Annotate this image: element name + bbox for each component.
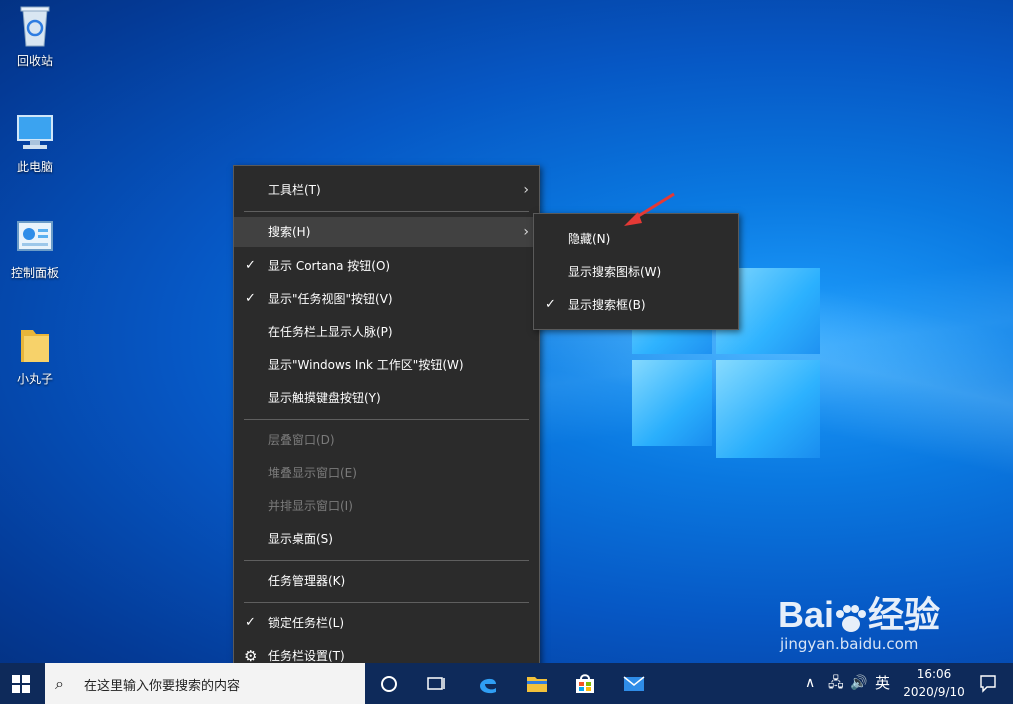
menu-item-label: 搜索(H) [268,225,311,239]
menu-item-cascade-windows: 层叠窗口(D) [234,425,539,455]
recycle-bin-icon [15,4,55,48]
menu-item-label: 显示搜索框(B) [568,298,646,312]
network-icon[interactable]: 🖧 [828,663,844,704]
desktop-icon-label: 控制面板 [10,266,59,280]
search-submenu: 隐藏(N) 显示搜索图标(W) ✓ 显示搜索框(B) [533,213,739,330]
check-icon: ✓ [245,291,256,306]
desktop-icon-label: 此电脑 [16,160,53,174]
menu-item-label: 显示触摸键盘按钮(Y) [268,391,381,405]
notification-center-icon[interactable] [978,673,998,696]
menu-item-label: 锁定任务栏(L) [268,616,345,630]
menu-item-label: 层叠窗口(D) [268,433,335,447]
menu-separator [244,419,529,420]
menu-item-side-by-side: 并排显示窗口(I) [234,491,539,521]
taskbar-clock[interactable]: 16:06 2020/9/10 [895,665,973,701]
menu-item-label: 显示"任务视图"按钮(V) [268,292,393,306]
menu-item-label: 在任务栏上显示人脉(P) [268,325,393,339]
menu-item-label: 并排显示窗口(I) [268,499,353,513]
volume-icon[interactable]: 🔊 [850,663,867,704]
check-icon: ✓ [245,258,256,273]
menu-separator [244,211,529,212]
menu-item-label: 显示桌面(S) [268,532,333,546]
paw-icon [834,602,868,633]
control-panel-icon [15,216,55,260]
chevron-right-icon: › [523,182,529,198]
edge-icon[interactable] [476,672,500,696]
menu-item-show-task-view[interactable]: ✓ 显示"任务视图"按钮(V) [234,284,539,314]
search-icon: ⌕ [55,674,64,693]
desktop-icon-label: 回收站 [16,54,53,68]
menu-item-label: 任务管理器(K) [268,574,346,588]
file-explorer-icon[interactable] [525,672,549,696]
menu-item-label: 任务栏设置(T) [268,649,345,663]
baidu-jingyan-watermark: Bai 经验 jingyan.baidu.com [778,594,941,654]
menu-item-show-people[interactable]: 在任务栏上显示人脉(P) [234,317,539,347]
check-icon: ✓ [245,615,256,630]
chevron-right-icon: › [523,224,529,240]
watermark-logo-text: 经验 [868,594,941,635]
menu-item-search[interactable]: 搜索(H) › [234,217,539,247]
desktop-icon-this-pc[interactable]: 此电脑 [0,110,70,175]
menu-item-task-manager[interactable]: 任务管理器(K) [234,566,539,596]
menu-item-label: 显示搜索图标(W) [568,265,662,279]
check-icon: ✓ [545,297,556,312]
start-button[interactable] [0,663,44,704]
menu-item-label: 显示 Cortana 按钮(O) [268,259,391,273]
mail-icon[interactable] [622,672,646,696]
store-icon[interactable] [573,672,597,696]
show-hidden-icons-chevron-icon[interactable]: ∧ [805,663,815,704]
clock-date: 2020/9/10 [903,685,965,699]
menu-item-show-cortana[interactable]: ✓ 显示 Cortana 按钮(O) [234,251,539,281]
menu-item-stack-windows: 堆叠显示窗口(E) [234,458,539,488]
watermark-logo-text: Bai [778,594,835,635]
taskbar-context-menu: 工具栏(T) › 搜索(H) › ✓ 显示 Cortana 按钮(O) ✓ 显示… [233,165,540,682]
desktop-icon-control-panel[interactable]: 控制面板 [0,216,70,281]
search-placeholder: 在这里输入你要搜索的内容 [84,679,241,694]
menu-item-label: 工具栏(T) [268,183,321,197]
desktop-icon-folder[interactable]: 小丸子 [0,322,70,387]
input-method-indicator[interactable]: 英 [875,663,890,704]
menu-item-show-touch-keyboard[interactable]: 显示触摸键盘按钮(Y) [234,383,539,413]
menu-item-label: 堆叠显示窗口(E) [268,466,357,480]
computer-icon [15,110,55,154]
menu-separator [244,560,529,561]
cortana-icon[interactable] [377,672,401,696]
menu-item-label: 显示"Windows Ink 工作区"按钮(W) [268,358,464,372]
menu-item-toolbars[interactable]: 工具栏(T) › [234,175,539,205]
taskbar-search-box[interactable]: ⌕ 在这里输入你要搜索的内容 [45,663,365,704]
desktop-icon-label: 小丸子 [16,372,53,386]
submenu-item-show-search-box[interactable]: ✓ 显示搜索框(B) [534,290,738,320]
submenu-item-show-search-icon[interactable]: 显示搜索图标(W) [534,257,738,287]
menu-item-label: 隐藏(N) [568,232,611,246]
desktop-icon-recycle-bin[interactable]: 回收站 [0,4,70,69]
menu-item-lock-taskbar[interactable]: ✓ 锁定任务栏(L) [234,608,539,638]
windows-start-icon [12,675,30,693]
menu-item-show-windows-ink[interactable]: 显示"Windows Ink 工作区"按钮(W) [234,350,539,380]
menu-item-show-desktop[interactable]: 显示桌面(S) [234,524,539,554]
menu-separator [244,602,529,603]
taskbar: ⌕ 在这里输入你要搜索的内容 ∧ 🖧 🔊 英 16:06 2020/9/10 [0,663,1013,704]
annotation-arrow-icon [624,192,675,226]
task-view-icon[interactable] [424,672,448,696]
watermark-url: jingyan.baidu.com [780,635,919,653]
folder-icon [15,322,55,366]
clock-time: 16:06 [916,667,952,681]
